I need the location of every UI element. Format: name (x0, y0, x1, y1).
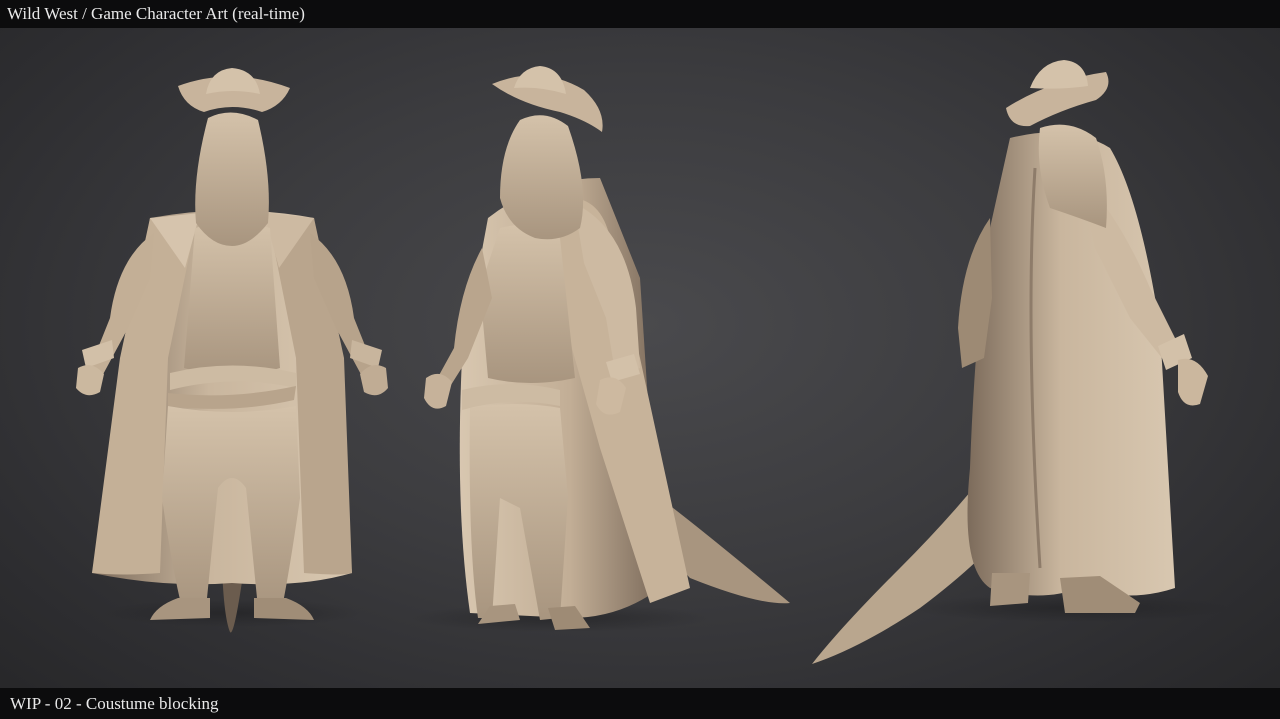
caption-bar: WIP - 02 - Coustume blocking (0, 688, 1280, 719)
three-quarter-view-figure (410, 66, 790, 632)
character-renders (76, 60, 1230, 664)
title-bar: Wild West / Game Character Art (real-tim… (0, 0, 1280, 28)
render-stage (0, 28, 1280, 688)
image-title: Wild West / Game Character Art (real-tim… (7, 4, 305, 23)
image-frame: Wild West / Game Character Art (real-tim… (0, 0, 1280, 719)
front-view-figure (76, 68, 388, 633)
image-caption: WIP - 02 - Coustume blocking (10, 694, 219, 713)
back-three-quarter-view-figure (812, 60, 1230, 664)
